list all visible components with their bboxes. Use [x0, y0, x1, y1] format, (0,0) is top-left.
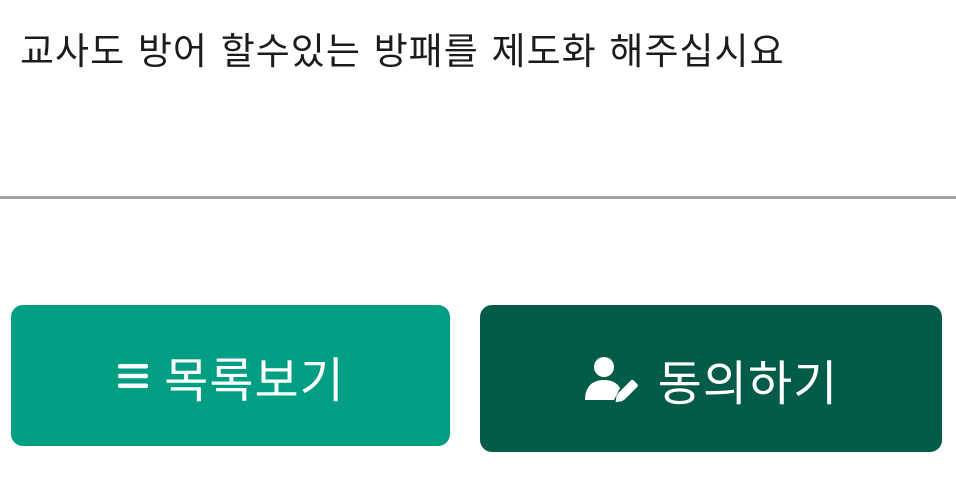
user-pen-icon: [584, 356, 644, 402]
agree-button[interactable]: 동의하기: [480, 305, 942, 452]
list-button[interactable]: 목록보기: [11, 305, 450, 446]
list-button-label: 목록보기: [164, 352, 345, 409]
divider: [0, 196, 956, 199]
petition-text: 교사도 방어 할수있는 방패를 제도화 해주십시요: [20, 30, 785, 73]
agree-button-label: 동의하기: [657, 355, 839, 412]
list-icon: [116, 361, 150, 391]
